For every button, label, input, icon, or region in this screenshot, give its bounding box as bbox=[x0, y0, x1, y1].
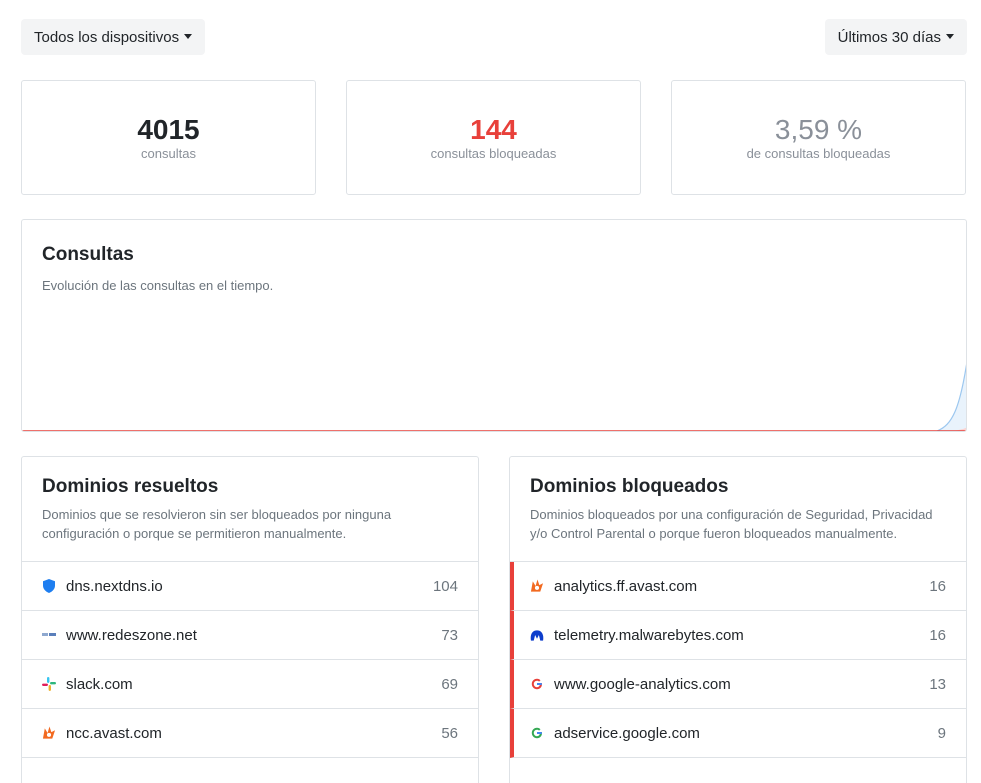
blocked-count: 16 bbox=[929, 577, 946, 595]
blocked-domain: www.google-analytics.com bbox=[554, 675, 731, 693]
blocked-label: consultas bloqueadas bbox=[430, 145, 557, 161]
blocked-value: 144 bbox=[470, 113, 517, 145]
resolved-row[interactable]: ncc.avast.com 56 bbox=[22, 709, 478, 758]
time-range-label: Últimos 30 días bbox=[837, 28, 941, 46]
blocked-title: Dominios bloqueados bbox=[530, 476, 729, 497]
queries-stat-card: 4015 consultas bbox=[21, 80, 316, 195]
resolved-domain: ncc.avast.com bbox=[66, 724, 162, 742]
blocked-row[interactable]: analytics.ff.avast.com 16 bbox=[510, 562, 966, 611]
resolved-title: Dominios resueltos bbox=[42, 476, 219, 497]
resolved-domain: slack.com bbox=[66, 675, 133, 693]
ratio-label: de consultas bloqueadas bbox=[746, 145, 891, 161]
blocked-count: 9 bbox=[937, 724, 946, 742]
blocked-header: Dominios bloqueados Dominios bloqueados … bbox=[510, 457, 966, 562]
blocked-row[interactable]: telemetry.malwarebytes.com 16 bbox=[510, 611, 966, 660]
nextdns-shield-icon bbox=[42, 579, 56, 593]
chart-title: Consultas bbox=[42, 244, 134, 265]
queries-chart bbox=[22, 363, 966, 431]
slack-icon bbox=[42, 677, 56, 691]
ratio-value: 3,59 % bbox=[774, 113, 863, 145]
blocked-domain: telemetry.malwarebytes.com bbox=[554, 626, 744, 644]
malwarebytes-icon bbox=[530, 628, 544, 642]
avast-icon bbox=[530, 579, 544, 593]
blocked-domains-card: Dominios bloqueados Dominios bloqueados … bbox=[509, 456, 967, 783]
resolved-domains-card: Dominios resueltos Dominios que se resol… bbox=[21, 456, 479, 783]
caret-down-icon bbox=[946, 33, 954, 39]
blocked-row[interactable]: adservice.google.com 9 bbox=[510, 709, 966, 758]
resolved-row[interactable]: www.redeszone.net 73 bbox=[22, 611, 478, 660]
blocked-domain: analytics.ff.avast.com bbox=[554, 577, 698, 595]
resolved-row[interactable]: slack.com 69 bbox=[22, 660, 478, 709]
device-filter-dropdown[interactable]: Todos los dispositivos bbox=[21, 19, 206, 55]
blocked-stat-card: 144 consultas bloqueadas bbox=[346, 80, 641, 195]
queries-label: consultas bbox=[141, 145, 196, 161]
queries-area bbox=[937, 367, 966, 431]
resolved-count: 104 bbox=[432, 577, 458, 595]
blocked-count: 13 bbox=[929, 675, 946, 693]
resolved-subtitle: Dominios que se resolvieron sin ser bloq… bbox=[42, 507, 392, 541]
resolved-count: 73 bbox=[441, 626, 458, 644]
caret-down-icon bbox=[184, 33, 193, 39]
avast-icon bbox=[42, 726, 56, 740]
queries-chart-card: Consultas Evolución de las consultas en … bbox=[21, 219, 967, 432]
ratio-stat-card: 3,59 % de consultas bloqueadas bbox=[671, 80, 966, 195]
queries-value: 4015 bbox=[137, 113, 200, 145]
google-icon bbox=[530, 726, 544, 740]
resolved-count: 69 bbox=[441, 675, 458, 693]
redeszone-icon bbox=[42, 628, 56, 642]
google-icon bbox=[530, 677, 544, 691]
blocked-subtitle: Dominios bloqueados por una configuració… bbox=[530, 507, 933, 541]
blocked-row[interactable]: www.google-analytics.com 13 bbox=[510, 660, 966, 709]
blocked-domain: adservice.google.com bbox=[554, 724, 700, 742]
resolved-domain: www.redeszone.net bbox=[66, 626, 197, 644]
time-range-dropdown[interactable]: Últimos 30 días bbox=[824, 19, 967, 55]
chart-subtitle: Evolución de las consultas en el tiempo. bbox=[42, 278, 274, 293]
blocked-count: 16 bbox=[929, 626, 946, 644]
resolved-row[interactable]: dns.nextdns.io 104 bbox=[22, 562, 478, 611]
resolved-domain: dns.nextdns.io bbox=[66, 577, 163, 595]
device-filter-label: Todos los dispositivos bbox=[34, 28, 180, 46]
resolved-header: Dominios resueltos Dominios que se resol… bbox=[22, 457, 478, 562]
resolved-count: 56 bbox=[441, 724, 458, 742]
